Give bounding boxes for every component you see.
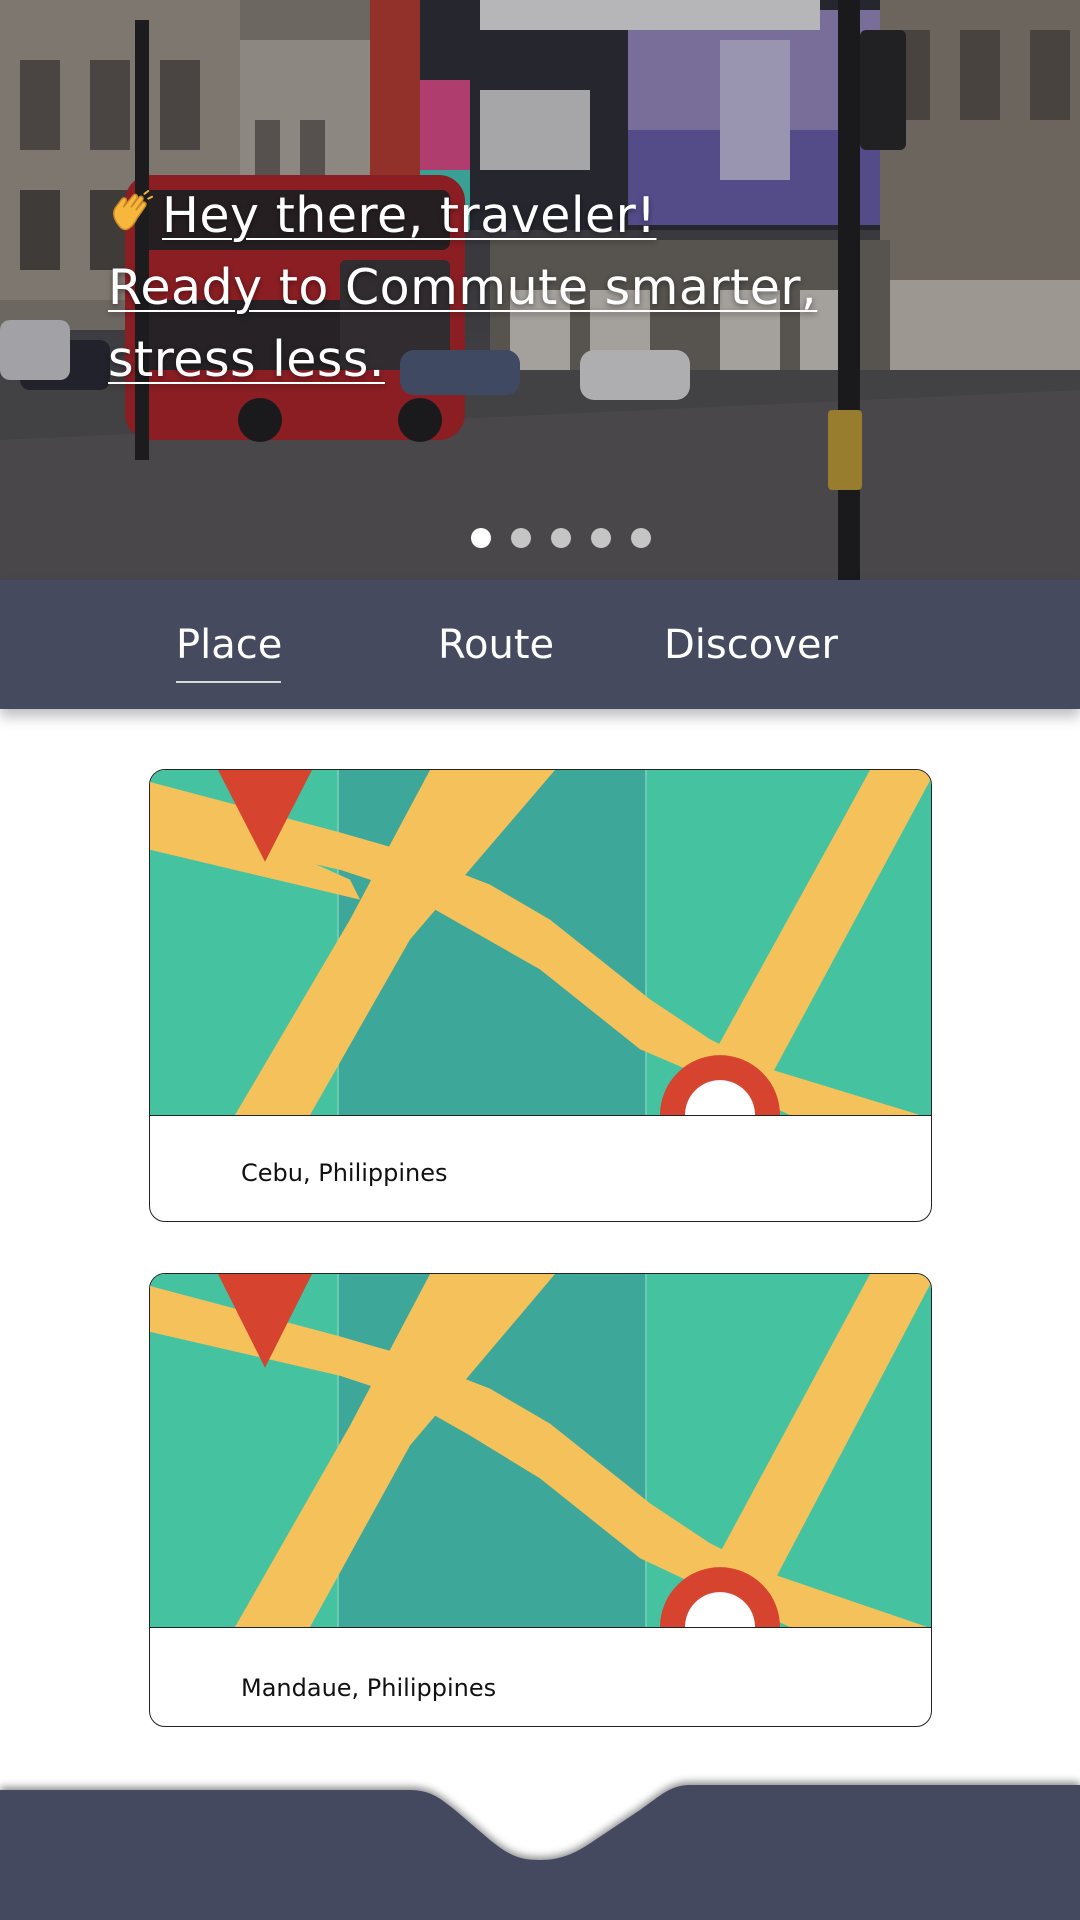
carousel-dot-4[interactable] bbox=[591, 528, 611, 548]
place-card[interactable]: Mandaue, Philippines bbox=[149, 1273, 932, 1727]
hero-greeting: Hey there, traveler! Ready to Commute sm… bbox=[108, 180, 828, 396]
carousel-dot-1[interactable] bbox=[471, 528, 491, 548]
greeting-line-1: Hey there, traveler! bbox=[162, 187, 657, 244]
place-name: Cebu, Philippines bbox=[241, 1159, 448, 1187]
hero-banner[interactable]: Hey there, traveler! Ready to Commute sm… bbox=[0, 0, 1080, 580]
place-name: Mandaue, Philippines bbox=[241, 1674, 497, 1702]
tab-discover[interactable]: Discover bbox=[664, 622, 838, 668]
active-tab-indicator bbox=[176, 681, 281, 683]
tab-bar: Place Route Discover bbox=[0, 580, 1080, 709]
carousel-dot-3[interactable] bbox=[551, 528, 571, 548]
carousel-dot-2[interactable] bbox=[511, 528, 531, 548]
greeting-line-2: Ready to Commute smarter, bbox=[108, 259, 818, 316]
carousel-dots bbox=[0, 528, 1080, 548]
greeting-line-3: stress less. bbox=[108, 331, 385, 388]
bottom-navigation-bar bbox=[0, 1770, 1080, 1920]
map-thumbnail bbox=[150, 770, 931, 1116]
carousel-dot-5[interactable] bbox=[631, 528, 651, 548]
tab-place[interactable]: Place bbox=[176, 622, 282, 668]
tab-route[interactable]: Route bbox=[438, 622, 554, 668]
app-screen: Hey there, traveler! Ready to Commute sm… bbox=[0, 0, 1080, 1920]
map-thumbnail bbox=[150, 1274, 931, 1628]
place-card[interactable]: Cebu, Philippines bbox=[149, 769, 932, 1222]
waving-hand-icon bbox=[113, 190, 154, 231]
